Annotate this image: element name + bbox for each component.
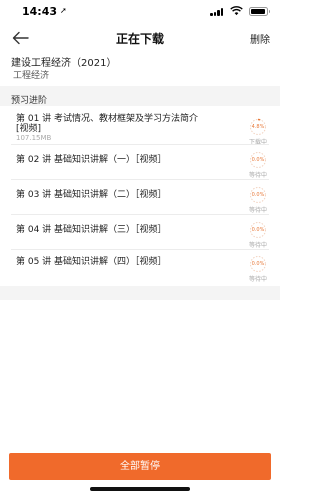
download-status: 等待中 bbox=[248, 242, 267, 249]
lesson-title: 第 03 讲 基础知识讲解（二）［视频］ bbox=[16, 190, 167, 200]
lesson-title: 第 04 讲 基础知识讲解（三）［视频］ bbox=[16, 225, 167, 235]
pause-all-button[interactable]: 全部暂停 bbox=[9, 453, 271, 480]
list-item[interactable]: 第 05 讲 基础知识讲解（四）［视频］ 0.0% 等待中 bbox=[0, 250, 280, 284]
progress-percent: 0.0% bbox=[251, 227, 265, 233]
lesson-title: 第 01 讲 考试情况、教材框架及学习方法简介 bbox=[16, 114, 199, 124]
nav-bar: 正在下载 删除 bbox=[0, 24, 280, 52]
list-item[interactable]: 第 04 讲 基础知识讲解（三）［视频］ 0.0% 等待中 bbox=[0, 215, 280, 249]
lesson-size: 107.15MB bbox=[16, 134, 52, 142]
page-title: 正在下载 bbox=[115, 32, 164, 46]
progress-percent: 0.0% bbox=[251, 192, 265, 198]
download-status: 等待中 bbox=[248, 172, 267, 179]
cellular-signal-icon bbox=[210, 8, 224, 16]
progress-percent: 0.0% bbox=[251, 157, 265, 163]
list-item[interactable]: 第 01 讲 考试情况、教材框架及学习方法简介 [视频] 107.15MB 4.… bbox=[0, 106, 280, 146]
battery-icon bbox=[249, 7, 270, 16]
home-indicator bbox=[90, 487, 190, 491]
status-bar: 14:43 ➚ bbox=[0, 0, 280, 24]
delete-button[interactable]: 删除 bbox=[250, 31, 270, 46]
location-icon: ➚ bbox=[60, 6, 67, 15]
section-label: 预习进阶 bbox=[11, 96, 48, 106]
download-status: 等待中 bbox=[248, 276, 267, 283]
progress-percent: 0.0% bbox=[251, 261, 265, 267]
download-status: 等待中 bbox=[248, 207, 267, 214]
lesson-title: 第 02 讲 基础知识讲解（一）［视频］ bbox=[16, 155, 167, 165]
course-subject: 工程经济 bbox=[13, 71, 50, 81]
course-title: 建设工程经济（2021） bbox=[11, 58, 117, 69]
list-item[interactable]: 第 03 讲 基础知识讲解（二）［视频］ 0.0% 等待中 bbox=[0, 180, 280, 214]
course-header: 建设工程经济（2021） 工程经济 bbox=[0, 52, 280, 82]
list-item[interactable]: 第 02 讲 基础知识讲解（一）［视频］ 0.0% 等待中 bbox=[0, 145, 280, 179]
status-time: 14:43 bbox=[22, 5, 58, 18]
lesson-title: 第 05 讲 基础知识讲解（四）［视频］ bbox=[16, 257, 167, 267]
wifi-icon bbox=[230, 6, 243, 16]
progress-percent: 4.8% bbox=[251, 124, 265, 130]
